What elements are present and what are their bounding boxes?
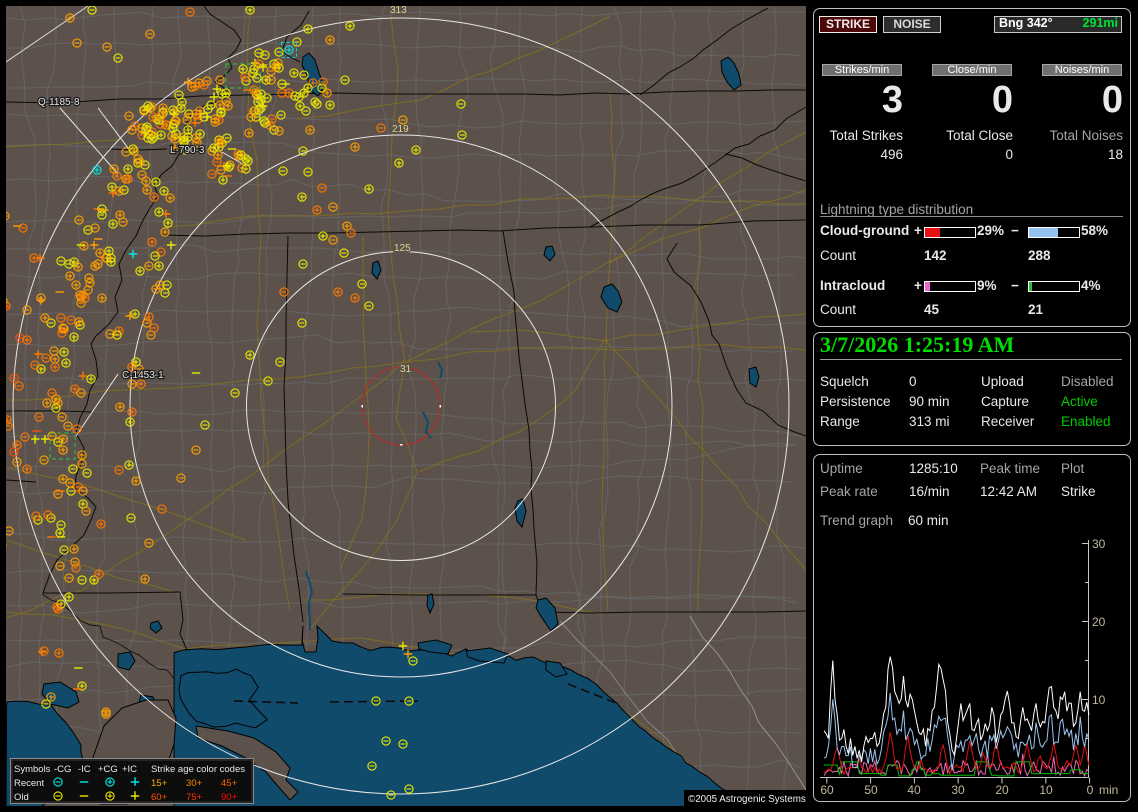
svg-text:20: 20 <box>1092 615 1106 629</box>
svg-text:125: 125 <box>394 243 411 254</box>
svg-text:75+: 75+ <box>186 792 203 803</box>
svg-text:90+: 90+ <box>221 792 238 803</box>
svg-text:Strike age color codes: Strike age color codes <box>151 764 245 775</box>
svg-text:45+: 45+ <box>221 778 238 789</box>
svg-text:219: 219 <box>392 124 409 135</box>
svg-text:31: 31 <box>400 364 412 375</box>
svg-text:0: 0 <box>1087 783 1094 797</box>
svg-text:50: 50 <box>864 783 878 797</box>
svg-text:©2005 Astrogenic Systems: ©2005 Astrogenic Systems <box>688 794 806 805</box>
svg-text:10: 10 <box>1092 693 1106 707</box>
svg-text:Symbols: Symbols <box>14 764 51 775</box>
svg-text:C-1453-1: C-1453-1 <box>122 370 164 381</box>
svg-text:313: 313 <box>390 6 407 16</box>
svg-text:Old: Old <box>14 792 29 803</box>
svg-text:10: 10 <box>1039 783 1053 797</box>
svg-text:min: min <box>1099 783 1118 797</box>
svg-text:20: 20 <box>995 783 1009 797</box>
svg-text:60+: 60+ <box>151 792 168 803</box>
svg-text:30: 30 <box>1092 537 1106 551</box>
svg-text:60: 60 <box>820 783 834 797</box>
svg-text:-IC: -IC <box>78 764 91 775</box>
svg-text:Q-1185-8: Q-1185-8 <box>38 97 80 108</box>
svg-text:-CG: -CG <box>54 764 71 775</box>
svg-text:15+: 15+ <box>151 778 168 789</box>
svg-text:+CG: +CG <box>98 764 118 775</box>
svg-text:30+: 30+ <box>186 778 203 789</box>
svg-text:+IC: +IC <box>122 764 137 775</box>
svg-text:Recent: Recent <box>14 778 44 789</box>
svg-text:L-790-3: L-790-3 <box>170 145 205 156</box>
svg-text:30: 30 <box>951 783 965 797</box>
svg-text:40: 40 <box>907 783 921 797</box>
